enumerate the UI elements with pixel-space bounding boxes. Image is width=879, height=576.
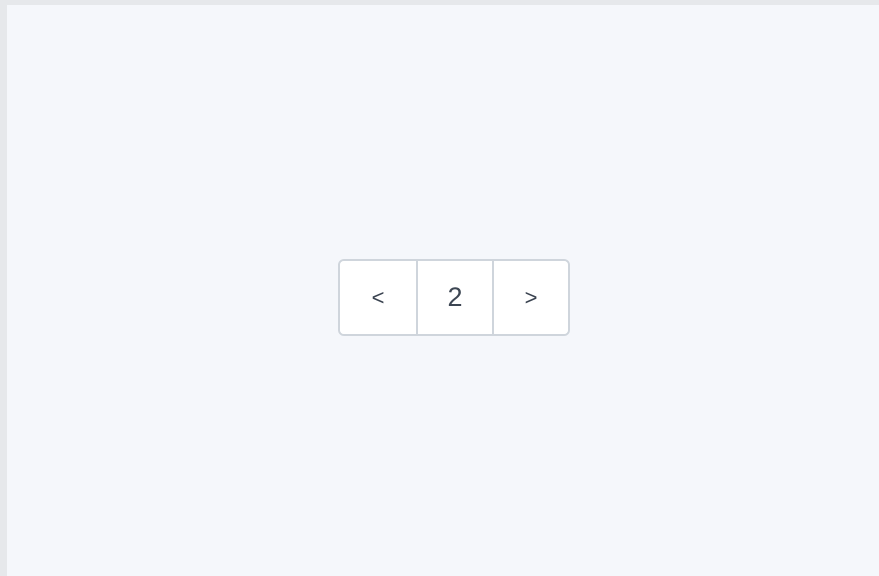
next-page-button[interactable]: > <box>492 261 568 334</box>
current-page-button[interactable]: 2 <box>416 261 492 334</box>
pagination: < 2 > <box>338 259 570 336</box>
prev-page-button[interactable]: < <box>340 261 416 334</box>
app-canvas: < 2 > <box>0 0 879 576</box>
